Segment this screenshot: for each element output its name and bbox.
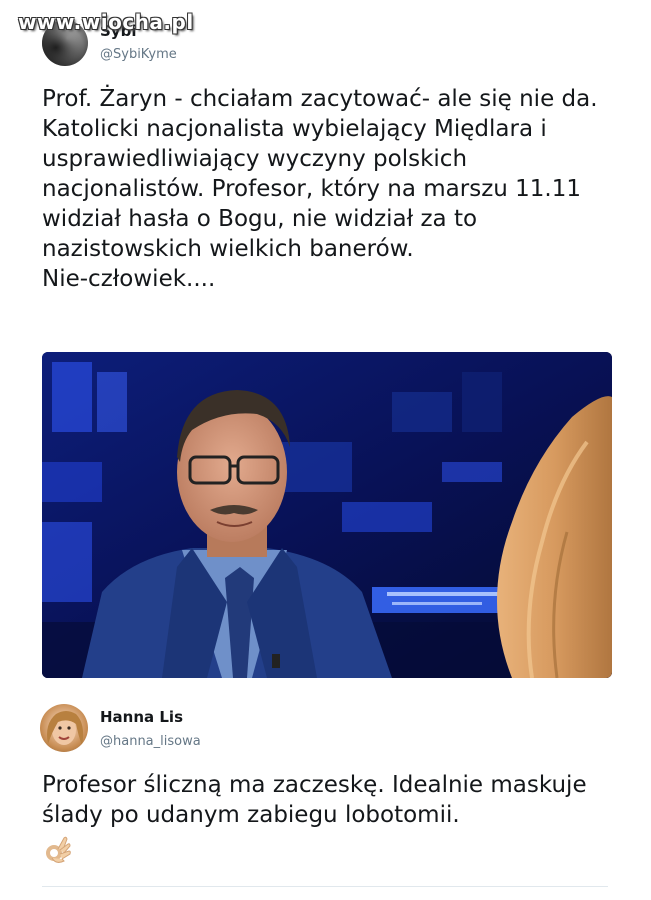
divider <box>42 886 608 887</box>
tweet-author-handle[interactable]: @hanna_lisowa <box>100 734 201 749</box>
avatar[interactable] <box>40 704 88 752</box>
avatar-photo <box>47 711 84 746</box>
tweet-text: Prof. Żaryn - chciałam zacytować- ale si… <box>42 86 598 292</box>
tweet-photo[interactable] <box>42 352 612 678</box>
ok-hand-icon <box>42 834 74 866</box>
tweet-text: Profesor śliczną ma zaczeskę. Idealnie m… <box>42 772 587 828</box>
watermark: www.wiocha.pl <box>18 10 194 34</box>
tv-studio-photo <box>42 352 612 678</box>
tweet-author-name[interactable]: Hanna Lis <box>100 708 183 726</box>
tweet-author-handle[interactable]: @SybiKyme <box>100 47 177 62</box>
